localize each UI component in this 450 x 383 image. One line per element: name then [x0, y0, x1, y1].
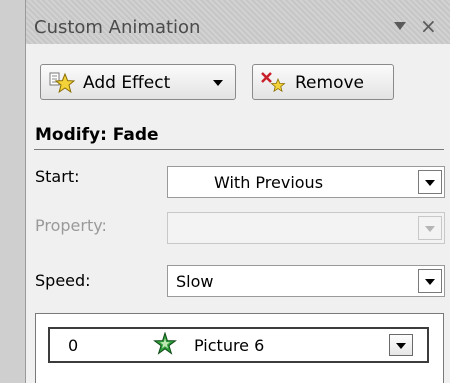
speed-dropdown-button[interactable]: [418, 269, 442, 293]
start-label: Start:: [35, 167, 80, 186]
add-effect-star-icon: [49, 71, 76, 100]
effect-options-button[interactable]: [389, 334, 413, 356]
start-dropdown[interactable]: With Previous: [167, 166, 445, 198]
add-effect-button[interactable]: Add Effect: [40, 64, 236, 100]
pane-options-icon[interactable]: [394, 22, 406, 30]
remove-effect-icon: [260, 70, 286, 99]
effect-order: 0: [68, 336, 79, 355]
speed-dropdown[interactable]: Slow: [167, 265, 445, 297]
custom-animation-pane: Custom Animation × Add Effect Remove Mod…: [25, 0, 450, 383]
property-label: Property:: [35, 216, 107, 235]
section-divider: [34, 149, 444, 150]
close-icon[interactable]: ×: [420, 16, 437, 36]
chevron-down-icon: [425, 226, 435, 232]
add-effect-label: Add Effect: [83, 73, 171, 93]
start-dropdown-button[interactable]: [418, 170, 442, 194]
property-dropdown-button[interactable]: [418, 216, 442, 240]
start-value: With Previous: [214, 173, 324, 192]
effect-name: Picture 6: [194, 336, 265, 355]
chevron-down-icon: [425, 279, 435, 285]
remove-label: Remove: [295, 73, 364, 93]
list-item[interactable]: 0 Picture 6: [48, 327, 429, 363]
entrance-effect-star-icon: [152, 331, 178, 362]
pane-title: Custom Animation: [34, 17, 201, 38]
chevron-down-icon: [425, 180, 435, 186]
speed-label: Speed:: [35, 271, 91, 290]
remove-button[interactable]: Remove: [252, 64, 394, 100]
speed-value: Slow: [176, 272, 214, 291]
chevron-down-icon: [396, 343, 406, 349]
modify-heading: Modify: Fade: [35, 125, 159, 145]
chevron-down-icon: [213, 80, 223, 86]
property-dropdown[interactable]: [167, 212, 445, 244]
pane-titlebar: Custom Animation ×: [26, 0, 450, 44]
effects-list: 0 Picture 6: [35, 313, 444, 383]
